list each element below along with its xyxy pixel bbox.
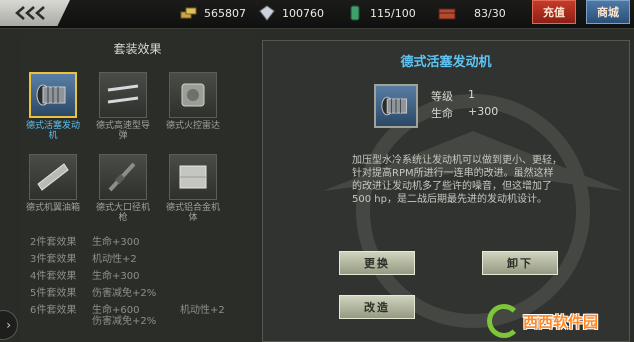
wing-fuel-tank-icon [37, 163, 69, 191]
set-bonus-effect: 生命+300 [92, 237, 140, 248]
equipment-slot-missile[interactable]: 德式高速型导弹 [96, 72, 151, 152]
missile-thumb [99, 72, 147, 118]
set-bonus-effect: 伤害减免+2% [92, 316, 157, 327]
fuel-value: 115/100 [370, 6, 416, 20]
gold-value: 565807 [204, 6, 246, 20]
gold-resource: 565807 [180, 0, 254, 26]
item-name: 德式活塞发动机 [26, 121, 81, 141]
equipment-slot-machine-gun[interactable]: 德式大口径机枪 [96, 154, 151, 234]
set-bonus-effect: 机动性+2 [92, 254, 137, 265]
piston-engine-icon [36, 84, 66, 106]
set-bonus-row: 3件套效果 机动性+2 [30, 251, 250, 268]
top-bar: 565807 100760 115/100 83/30 充值 商城 [0, 0, 634, 29]
radar-thumb [169, 72, 217, 118]
shop-label: 商城 [597, 6, 619, 19]
equipment-description: 加压型水冷系统让发动机可以做到更小、更轻，针对提高RPM所进行一连串的改进。虽然… [352, 155, 562, 205]
machine-gun-icon [108, 162, 136, 192]
replace-label: 更换 [364, 257, 390, 270]
equipment-slot-radar[interactable]: 德式火控雷达 [166, 72, 221, 152]
set-bonus-pieces: 3件套效果 [30, 254, 77, 265]
modify-label: 改造 [364, 301, 390, 314]
chevron-right-icon: › [6, 318, 11, 332]
fuel-resource: 115/100 [346, 0, 420, 26]
level-value: 1 [468, 88, 475, 101]
hp-label: 生命 [431, 107, 453, 120]
item-name: 德式铝合金机体 [166, 203, 221, 223]
fuel-icon [350, 5, 360, 21]
equipment-detail-panel: 德式活塞发动机 等级 1 生命 +300 加压型水冷系统让发动机可以做到更小、更… [262, 40, 630, 342]
piston-engine-icon [381, 96, 408, 116]
set-bonus-extra: 机动性+2 [180, 305, 225, 316]
item-name: 德式机翼油箱 [26, 203, 81, 213]
back-arrows-icon [15, 6, 45, 20]
equipment-slot-piston-engine[interactable]: 德式活塞发动机 [26, 72, 81, 152]
item-name: 德式火控雷达 [166, 121, 221, 131]
set-bonus-effect: 伤害减免+2% [92, 288, 157, 299]
set-bonus-pieces: 4件套效果 [30, 271, 77, 282]
gold-bars-icon [180, 7, 197, 19]
machine-gun-thumb [99, 154, 147, 200]
back-button[interactable] [0, 0, 70, 26]
unequip-label: 卸下 [507, 257, 533, 270]
set-bonus-row: 4件套效果 生命+300 [30, 268, 250, 285]
fuel-tank-thumb [29, 154, 77, 200]
diamond-resource: 100760 [258, 0, 332, 26]
set-bonus-row: 5件套效果 伤害减免+2% [30, 285, 250, 302]
recharge-button[interactable]: 充值 [532, 0, 576, 24]
shop-button[interactable]: 商城 [586, 0, 630, 24]
set-bonus-row: 2件套效果 生命+300 [30, 234, 250, 251]
piston-engine-thumb [29, 72, 77, 118]
modify-button[interactable]: 改造 [339, 295, 415, 319]
recharge-label: 充值 [543, 6, 565, 19]
diamond-value: 100760 [282, 6, 324, 20]
item-name: 德式大口径机枪 [96, 203, 151, 223]
watermark-text: 西西软件园 [523, 312, 599, 331]
aluminum-airframe-icon [179, 165, 207, 189]
side-expand-button[interactable]: › [0, 310, 18, 340]
equipment-slot-fuel-tank[interactable]: 德式机翼油箱 [26, 154, 81, 234]
site-logo-icon [487, 304, 521, 338]
level-label: 等级 [431, 90, 453, 103]
set-bonus-pieces: 2件套效果 [30, 237, 77, 248]
site-watermark: 西西软件园 [487, 300, 634, 342]
set-effects-panel: 套装效果 德式活塞发动机 德式高速型导弹 德式火控雷达 德式机翼油箱 德式大口径… [20, 34, 255, 342]
set-bonus-effect: 生命+300 [92, 271, 140, 282]
equipment-thumbnail [374, 84, 418, 128]
supply-value: 83/30 [474, 6, 506, 20]
supply-resource: 83/30 [438, 0, 524, 26]
equipment-title: 德式活塞发动机 [400, 55, 492, 70]
supply-crate-icon [438, 8, 456, 20]
diamond-icon [259, 5, 275, 21]
fire-control-radar-icon [181, 83, 205, 107]
equipment-slot-airframe[interactable]: 德式铝合金机体 [166, 154, 221, 234]
missile-icon [107, 84, 139, 104]
set-effects-title: 套装效果 [113, 42, 162, 56]
unequip-button[interactable]: 卸下 [482, 251, 558, 275]
item-name: 德式高速型导弹 [96, 121, 151, 141]
airframe-thumb [169, 154, 217, 200]
set-bonus-list: 2件套效果 生命+300 3件套效果 机动性+2 4件套效果 生命+300 5件… [30, 234, 250, 330]
hp-value: +300 [468, 105, 499, 118]
set-bonus-pieces: 5件套效果 [30, 288, 77, 299]
replace-button[interactable]: 更换 [339, 251, 415, 275]
